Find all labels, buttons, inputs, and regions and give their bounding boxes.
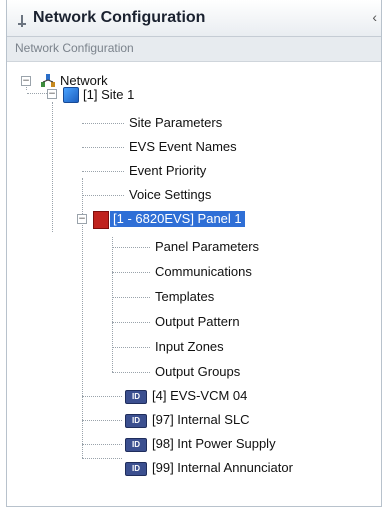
tree-connector — [112, 347, 150, 348]
tree-connector — [112, 237, 113, 372]
module-icon: ID — [125, 414, 147, 428]
tree-node-panel[interactable]: [1 - 6820EVS] Panel 1 — [110, 211, 245, 227]
tree-node-templates[interactable]: Templates — [155, 289, 214, 305]
tree-node-communications[interactable]: Communications — [155, 264, 252, 280]
title-bar: Network Configuration ‹ — [7, 0, 381, 37]
tree-connector — [82, 458, 122, 459]
tree-connector — [82, 171, 124, 172]
tree-node-device[interactable]: [4] EVS-VCM 04 — [152, 388, 247, 404]
tree-node-event-priority[interactable]: Event Priority — [129, 163, 206, 179]
tree-connector — [112, 297, 150, 298]
panel-icon — [93, 211, 109, 229]
breadcrumb-bar: Network Configuration — [7, 37, 381, 62]
panel-title: Network Configuration — [33, 9, 206, 26]
close-icon[interactable]: ‹ — [372, 9, 377, 25]
tree-connector — [82, 420, 122, 421]
breadcrumb: Network Configuration — [15, 41, 134, 55]
tree-node-device[interactable]: [97] Internal SLC — [152, 412, 250, 428]
tree-node-site[interactable]: [1] Site 1 — [83, 87, 134, 103]
tree-node-voice-settings[interactable]: Voice Settings — [129, 187, 211, 203]
tree-node-device[interactable]: [99] Internal Annunciator — [152, 460, 293, 476]
tree-node-site-parameters[interactable]: Site Parameters — [129, 115, 222, 131]
tree-connector — [82, 444, 122, 445]
module-icon: ID — [125, 438, 147, 452]
network-icon — [41, 74, 55, 87]
module-icon: ID — [125, 390, 147, 404]
collapse-toggle[interactable]: − — [21, 76, 31, 86]
collapse-toggle[interactable]: − — [47, 89, 57, 99]
tree-connector — [112, 272, 150, 273]
tree-connector — [27, 93, 47, 94]
tree-connector — [52, 102, 53, 232]
tree-node-device[interactable]: [98] Int Power Supply — [152, 436, 276, 452]
module-icon: ID — [125, 462, 147, 476]
tree-connector — [82, 396, 122, 397]
tree-connector — [112, 372, 150, 373]
tree-node-evs-event-names[interactable]: EVS Event Names — [129, 139, 237, 155]
tree-connector — [112, 322, 150, 323]
tree-node-panel-parameters[interactable]: Panel Parameters — [155, 239, 259, 255]
tree-node-output-pattern[interactable]: Output Pattern — [155, 314, 240, 330]
collapse-toggle[interactable]: − — [77, 214, 87, 224]
network-tree: − Network − [1] Site 1 Site Parameters E… — [7, 62, 381, 506]
site-icon — [63, 87, 79, 103]
tree-node-input-zones[interactable]: Input Zones — [155, 339, 224, 355]
tree-connector — [82, 123, 124, 124]
tree-connector — [82, 147, 124, 148]
tree-connector — [82, 195, 124, 196]
tree-node-output-groups[interactable]: Output Groups — [155, 364, 240, 380]
pin-icon — [18, 15, 26, 27]
network-configuration-panel: Network Configuration ‹ Network Configur… — [6, 0, 382, 507]
tree-connector — [112, 247, 150, 248]
